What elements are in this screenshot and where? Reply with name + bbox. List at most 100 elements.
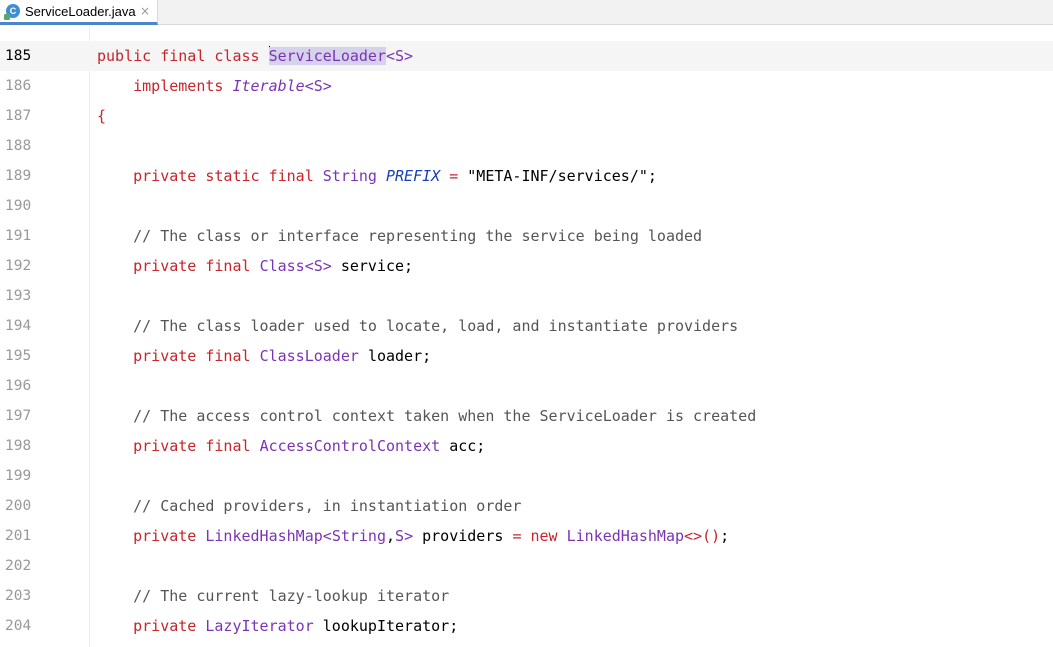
code-token: // The access control context taken when… bbox=[97, 407, 757, 425]
code-token: implements bbox=[97, 77, 233, 95]
code-line[interactable]: 191 // The class or interface representi… bbox=[0, 221, 1053, 251]
code-token: // The class loader used to locate, load… bbox=[97, 317, 739, 335]
line-number: 202 bbox=[5, 558, 32, 574]
code-token: private final bbox=[97, 347, 260, 365]
code-token: <S> bbox=[304, 77, 332, 95]
code-token: private final bbox=[97, 257, 260, 275]
line-number: 195 bbox=[5, 348, 32, 364]
code-line[interactable]: 200 // Cached providers, in instantiatio… bbox=[0, 491, 1053, 521]
code-token: Iterable bbox=[232, 77, 305, 95]
code-token: ; bbox=[647, 167, 657, 185]
code-line[interactable]: 195 private final ClassLoader loader; bbox=[0, 341, 1053, 371]
code-token: // The class or interface representing t… bbox=[97, 227, 703, 245]
line-code: private final ClassLoader loader; bbox=[97, 341, 431, 371]
code-token: loader; bbox=[367, 347, 432, 365]
code-token: LinkedHashMap bbox=[205, 527, 323, 545]
line-number: 201 bbox=[5, 528, 32, 544]
code-line[interactable]: 198 private final AccessControlContext a… bbox=[0, 431, 1053, 461]
line-number: 186 bbox=[5, 78, 32, 94]
code-line[interactable]: 192 private final Class<S> service; bbox=[0, 251, 1053, 281]
code-line[interactable]: 193 bbox=[0, 281, 1053, 311]
code-line[interactable]: 185 public final class ServiceLoader<S> bbox=[0, 41, 1053, 71]
code-line[interactable]: 190 bbox=[0, 191, 1053, 221]
code-token: private static final bbox=[97, 167, 323, 185]
line-code: private static final String PREFIX = "ME… bbox=[97, 161, 657, 191]
code-line[interactable]: 188 bbox=[0, 131, 1053, 161]
code-token: ClassLoader bbox=[259, 347, 368, 365]
code-token: > bbox=[404, 527, 423, 545]
code-token: <S> bbox=[304, 257, 341, 275]
line-number: 199 bbox=[5, 468, 32, 484]
line-code: // The access control context taken when… bbox=[97, 401, 756, 431]
line-number: 196 bbox=[5, 378, 32, 394]
line-number: 198 bbox=[5, 438, 32, 454]
line-code: // The current lazy-lookup iterator bbox=[97, 581, 449, 611]
tab-file-name: ServiceLoader.java bbox=[25, 3, 136, 19]
code-line[interactable]: 202 bbox=[0, 551, 1053, 581]
code-line[interactable]: 187 { bbox=[0, 101, 1053, 131]
line-number: 203 bbox=[5, 588, 32, 604]
line-code: { bbox=[97, 101, 106, 131]
code-token: private bbox=[97, 527, 206, 545]
code-line[interactable]: 186 implements Iterable<S> bbox=[0, 71, 1053, 101]
code-line[interactable]: 201 private LinkedHashMap<String,S> prov… bbox=[0, 521, 1053, 551]
code-line[interactable]: 199 bbox=[0, 461, 1053, 491]
code-token: ServiceLoader bbox=[268, 47, 386, 65]
code-token: service; bbox=[340, 257, 414, 275]
tab-serviceloader-java[interactable]: C ServiceLoader.java × bbox=[0, 0, 158, 25]
close-icon[interactable]: × bbox=[140, 4, 150, 18]
line-code: private LazyIterator lookupIterator; bbox=[97, 611, 458, 641]
line-code: // Cached providers, in instantiation or… bbox=[97, 491, 521, 521]
line-number: 197 bbox=[5, 408, 32, 424]
line-code: private final AccessControlContext acc; bbox=[97, 431, 485, 461]
line-number: 192 bbox=[5, 258, 32, 274]
editor-tab-bar: C ServiceLoader.java × bbox=[0, 0, 1053, 25]
code-token: S bbox=[395, 527, 405, 545]
code-token: <S> bbox=[386, 47, 414, 65]
line-code: private LinkedHashMap<String,S> provider… bbox=[97, 521, 729, 551]
line-number: 204 bbox=[5, 618, 32, 634]
code-line[interactable]: 196 bbox=[0, 371, 1053, 401]
code-token: PREFIX bbox=[386, 167, 441, 185]
line-number: 189 bbox=[5, 168, 32, 184]
code-token: "META-INF/services/" bbox=[467, 167, 648, 185]
line-number: 190 bbox=[5, 198, 32, 214]
code-token: private bbox=[97, 617, 206, 635]
line-code: private final Class<S> service; bbox=[97, 251, 413, 281]
code-token: = bbox=[512, 527, 531, 545]
java-class-icon: C bbox=[4, 4, 20, 20]
code-token: LazyIterator bbox=[205, 617, 323, 635]
code-token: providers bbox=[422, 527, 513, 545]
code-token: LinkedHashMap bbox=[566, 527, 685, 545]
code-token: // The current lazy-lookup iterator bbox=[97, 587, 450, 605]
line-number: 187 bbox=[5, 108, 32, 124]
line-number: 193 bbox=[5, 288, 32, 304]
code-token: ; bbox=[720, 527, 730, 545]
code-token: public final class bbox=[97, 47, 269, 65]
code-token: < bbox=[322, 527, 332, 545]
code-line[interactable]: 204 private LazyIterator lookupIterator; bbox=[0, 611, 1053, 641]
line-number: 188 bbox=[5, 138, 32, 154]
code-token: AccessControlContext bbox=[259, 437, 450, 455]
line-code: // The class loader used to locate, load… bbox=[97, 311, 738, 341]
code-token: acc; bbox=[449, 437, 486, 455]
code-line[interactable]: 197 // The access control context taken … bbox=[0, 401, 1053, 431]
code-token: <>() bbox=[684, 527, 721, 545]
line-code: // The class or interface representing t… bbox=[97, 221, 702, 251]
code-line[interactable]: 194 // The class loader used to locate, … bbox=[0, 311, 1053, 341]
code-editor[interactable]: 184 185public final class ServiceLoader<… bbox=[0, 26, 1053, 647]
line-code: implements Iterable<S> bbox=[97, 71, 332, 101]
code-token: = bbox=[440, 167, 468, 185]
line-number: 185 bbox=[5, 48, 32, 64]
code-line[interactable]: 189 private static final String PREFIX =… bbox=[0, 161, 1053, 191]
code-token: { bbox=[97, 107, 107, 125]
code-token: , bbox=[386, 527, 396, 545]
code-token: String bbox=[322, 167, 386, 185]
code-token: // Cached providers, in instantiation or… bbox=[97, 497, 522, 515]
line-number: 200 bbox=[5, 498, 32, 514]
code-line[interactable]: 203 // The current lazy-lookup iterator bbox=[0, 581, 1053, 611]
code-token: lookupIterator; bbox=[322, 617, 459, 635]
line-code: public final class ServiceLoader<S> bbox=[97, 41, 413, 71]
code-token: String bbox=[331, 527, 386, 545]
code-token: private final bbox=[97, 437, 260, 455]
